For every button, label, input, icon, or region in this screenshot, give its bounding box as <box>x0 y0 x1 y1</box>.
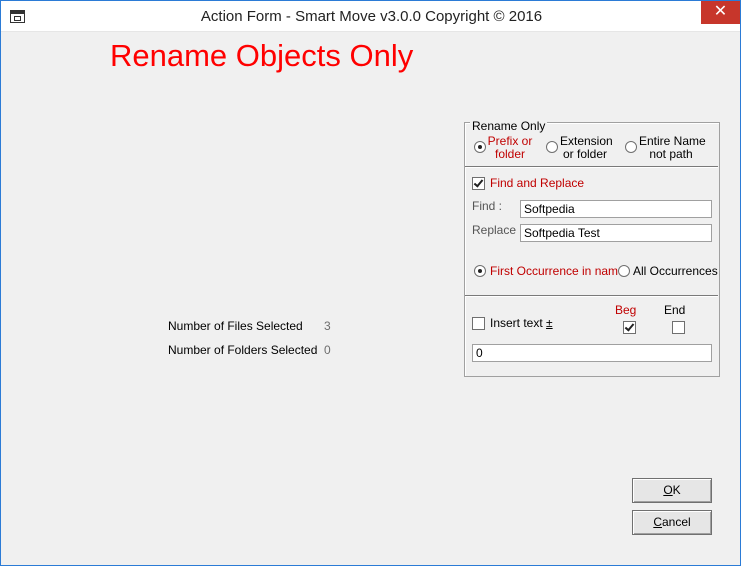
first-occurrence-label[interactable]: First Occurrence in name <box>490 265 625 278</box>
ok-button[interactable]: OK <box>632 478 712 503</box>
end-checkbox[interactable] <box>672 321 685 334</box>
prefix-line1: Prefix or <box>487 134 533 148</box>
title-bar[interactable]: Action Form - Smart Move v3.0.0 Copyrigh… <box>1 1 740 32</box>
divider <box>465 295 718 297</box>
entire-name-line2: not path <box>649 147 693 161</box>
divider <box>465 166 718 168</box>
files-selected-count: 3 <box>324 319 331 333</box>
prefix-line2: folder <box>494 147 526 161</box>
replace-label: Replace : <box>472 223 523 237</box>
radio-all-occurrences[interactable] <box>618 265 630 277</box>
close-icon[interactable]: ✕ <box>701 1 740 24</box>
rename-only-legend: Rename Only <box>470 119 548 133</box>
beg-checkbox[interactable] <box>623 321 636 334</box>
cancel-button[interactable]: Cancel <box>632 510 712 535</box>
radio-extension-folder-label[interactable]: Extension or folder <box>560 134 613 161</box>
plus-minus-glyph: ± <box>546 316 553 330</box>
end-label: End <box>664 303 686 317</box>
insert-text-checkbox[interactable] <box>472 317 485 330</box>
insert-text-label-text: Insert text <box>490 316 543 330</box>
folders-selected-label: Number of Folders Selected <box>168 343 318 357</box>
entire-name-line1: Entire Name <box>639 134 706 148</box>
replace-input[interactable]: Softpedia Test <box>520 224 712 242</box>
radio-prefix-folder[interactable] <box>474 141 486 153</box>
find-replace-label[interactable]: Find and Replace <box>490 177 584 190</box>
window-title: Action Form - Smart Move v3.0.0 Copyrigh… <box>200 8 543 25</box>
find-replace-checkbox[interactable] <box>472 177 485 190</box>
page-heading: Rename Objects Only <box>110 38 414 73</box>
cancel-accel: C <box>653 515 662 529</box>
radio-extension-folder[interactable] <box>546 141 558 153</box>
cancel-rest: ancel <box>661 515 691 529</box>
find-label: Find : <box>472 199 503 213</box>
beg-label: Beg <box>615 303 637 317</box>
folders-selected-count: 0 <box>324 343 331 357</box>
files-selected-label: Number of Files Selected <box>168 319 303 333</box>
all-occurrences-label[interactable]: All Occurrences <box>633 265 718 278</box>
extension-line1: Extension <box>560 134 613 148</box>
radio-first-occurrence[interactable] <box>474 265 486 277</box>
extension-line2: or folder <box>562 147 608 161</box>
insert-text-label[interactable]: Insert text ± <box>490 317 553 330</box>
ok-accel: O <box>663 483 673 497</box>
insert-text-input[interactable]: 0 <box>472 344 712 362</box>
ok-rest: K <box>672 483 681 497</box>
radio-entire-name[interactable] <box>625 141 637 153</box>
radio-entire-name-label[interactable]: Entire Name not path <box>639 134 706 161</box>
find-input[interactable]: Softpedia <box>520 200 712 218</box>
radio-prefix-folder-label[interactable]: Prefix or folder <box>486 135 534 161</box>
